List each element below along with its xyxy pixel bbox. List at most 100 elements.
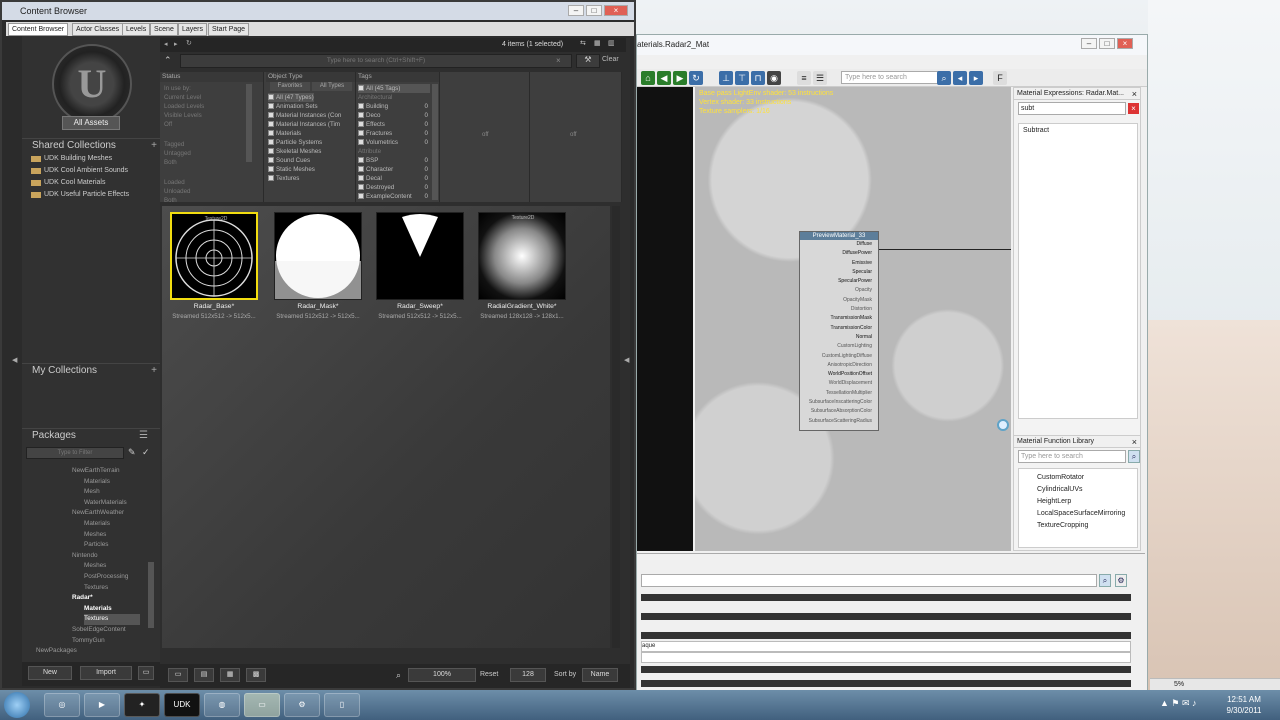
package-tree-item[interactable]: NewPackages bbox=[36, 646, 77, 657]
checkbox-icon[interactable] bbox=[268, 148, 274, 155]
asset-thumbnail-radial-gradient[interactable]: Texture2D bbox=[478, 212, 566, 300]
status-filter-row[interactable]: Tagged bbox=[164, 140, 184, 149]
view-large-icon[interactable]: ▭ bbox=[168, 668, 188, 682]
node-input-pin[interactable]: Emissive bbox=[800, 259, 878, 268]
checkbox-icon[interactable] bbox=[358, 166, 364, 173]
checkbox-icon[interactable] bbox=[268, 175, 274, 182]
new-button[interactable]: New bbox=[28, 666, 72, 680]
shared-collections-header[interactable]: Shared Collections + bbox=[22, 138, 160, 151]
list-item[interactable]: CylindricalUVs bbox=[1037, 484, 1137, 496]
checkbox-icon[interactable] bbox=[358, 139, 364, 146]
property-select[interactable] bbox=[641, 652, 1131, 663]
checkbox-icon[interactable] bbox=[358, 85, 364, 92]
collapse-left-icon[interactable]: ◀ bbox=[12, 356, 17, 364]
checkbox-icon[interactable] bbox=[268, 166, 274, 173]
connector-up-icon[interactable]: ⊥ bbox=[719, 71, 733, 85]
package-tree-item[interactable]: Meshes bbox=[84, 530, 106, 541]
status-filter-row[interactable]: In use by: bbox=[164, 84, 191, 93]
status-filter-row[interactable]: Loaded Levels bbox=[164, 102, 204, 111]
list-item[interactable]: CustomRotator bbox=[1037, 472, 1137, 484]
collection-item[interactable]: UDK Building Meshes bbox=[30, 153, 158, 165]
package-tree-item[interactable]: Materials bbox=[84, 519, 110, 530]
package-tree-item[interactable]: NewEarthWeather bbox=[72, 508, 124, 519]
tab-layers[interactable]: Layers bbox=[178, 23, 208, 36]
package-tree-item[interactable]: NewEarthTerrain bbox=[72, 466, 120, 477]
tag-row[interactable]: All (45 Tags) bbox=[358, 84, 430, 93]
properties-search-input[interactable] bbox=[641, 574, 1097, 587]
sort-select[interactable]: Name bbox=[582, 668, 618, 682]
package-tree-item[interactable]: TommyGun bbox=[72, 636, 105, 647]
tag-group-header[interactable]: Attribute bbox=[358, 147, 430, 156]
tag-row[interactable]: ExampleContent 0 bbox=[358, 192, 430, 201]
stats-icon[interactable]: ≡ bbox=[797, 71, 811, 85]
function-search-input[interactable]: Type here to search bbox=[1018, 450, 1126, 463]
checkbox-icon[interactable] bbox=[358, 184, 364, 191]
search-icon[interactable]: ⌕ bbox=[1099, 574, 1111, 587]
asset-scrollbar[interactable] bbox=[612, 206, 620, 648]
status-filter-row[interactable]: Off bbox=[164, 120, 172, 129]
package-tree-item[interactable]: Materials bbox=[84, 477, 110, 488]
tag-row[interactable]: BSP 0 bbox=[358, 156, 430, 165]
object-type-row[interactable]: Textures bbox=[268, 174, 299, 183]
list-item[interactable]: HeightLerp bbox=[1037, 496, 1137, 508]
connector-down-icon[interactable]: ⊤ bbox=[735, 71, 749, 85]
system-clock[interactable]: 12:51 AM 9/30/2011 bbox=[1212, 694, 1276, 716]
node-input-pin[interactable]: TessellationMultiplier bbox=[800, 389, 878, 398]
package-tree-item[interactable]: Mesh bbox=[84, 487, 100, 498]
close-icon[interactable]: × bbox=[1132, 437, 1137, 447]
checkbox-icon[interactable] bbox=[358, 112, 364, 119]
status-filter-row[interactable]: Both bbox=[164, 196, 177, 205]
tab-actor-classes[interactable]: Actor Classes bbox=[72, 23, 124, 36]
node-input-pin[interactable]: Distortion bbox=[800, 305, 878, 314]
clear-filter-icon[interactable]: × bbox=[1128, 103, 1139, 114]
list-view-icon[interactable]: ☰ bbox=[139, 429, 148, 442]
node-input-pin[interactable]: Specular bbox=[800, 268, 878, 277]
view-small-icon[interactable]: ▦ bbox=[220, 668, 240, 682]
maximize-icon[interactable]: □ bbox=[586, 5, 602, 16]
tab-start-page[interactable]: Start Page bbox=[208, 23, 250, 36]
tab-all-types[interactable]: All Types bbox=[312, 82, 352, 91]
collapse-filter-icon[interactable]: ⌃ bbox=[164, 55, 172, 66]
back-icon[interactable]: ◀ bbox=[657, 71, 671, 85]
object-type-row[interactable]: Material Instances (Tim bbox=[268, 120, 340, 129]
object-type-row[interactable]: Particle Systems bbox=[268, 138, 322, 147]
thumbnail-size-select[interactable]: 128 bbox=[510, 668, 546, 682]
object-type-row[interactable]: Skeletal Meshes bbox=[268, 147, 321, 156]
package-tree-item[interactable]: WaterMaterials bbox=[84, 498, 127, 509]
property-category-bar[interactable] bbox=[641, 680, 1131, 687]
node-input-pin[interactable]: AnisotropicDirection bbox=[800, 361, 878, 370]
asset-thumbnail-radar-base[interactable]: Texture2D bbox=[170, 212, 258, 300]
maximize-icon[interactable]: □ bbox=[1099, 38, 1115, 49]
expressions-filter-input[interactable]: subt bbox=[1018, 102, 1126, 115]
node-input-pin[interactable]: OpacityMask bbox=[800, 296, 878, 305]
tray-icons[interactable]: ▲ ⚑ ✉ ♪ bbox=[1160, 698, 1197, 709]
search-icon[interactable]: ⌕ bbox=[937, 71, 951, 85]
list-icon[interactable]: ☰ bbox=[813, 71, 827, 85]
node-input-pin[interactable]: TransmissionColor bbox=[800, 324, 878, 333]
refresh-icon[interactable]: ↻ bbox=[689, 71, 703, 85]
package-filter-input[interactable]: Type to Filter bbox=[26, 447, 124, 459]
object-type-row[interactable]: Static Meshes bbox=[268, 165, 315, 174]
checkbox-icon[interactable] bbox=[268, 157, 274, 164]
tab-levels[interactable]: Levels bbox=[122, 23, 151, 36]
package-tree-item[interactable]: Textures bbox=[84, 583, 108, 594]
checkbox-icon[interactable] bbox=[358, 175, 364, 182]
node-input-pin[interactable]: TransmissionMask bbox=[800, 314, 878, 323]
package-tree-item[interactable]: Radar* bbox=[72, 593, 93, 604]
search-icon[interactable]: ⌕ bbox=[1128, 450, 1140, 463]
status-filter-row[interactable]: Both bbox=[164, 158, 177, 167]
reset-button[interactable]: Reset bbox=[480, 671, 498, 678]
tools-icon[interactable]: ⚒ bbox=[576, 54, 600, 68]
list-item[interactable]: Subtract bbox=[1023, 127, 1133, 134]
tag-row[interactable]: Effects 0 bbox=[358, 120, 430, 129]
property-category-bar[interactable] bbox=[641, 666, 1131, 673]
add-icon[interactable]: + bbox=[151, 364, 157, 377]
search-prev-icon[interactable]: ◂ bbox=[953, 71, 967, 85]
clear-search-icon[interactable]: × bbox=[556, 56, 561, 65]
tags-scrollbar[interactable] bbox=[432, 84, 438, 200]
diffuse-connection-wire[interactable] bbox=[879, 249, 1011, 250]
minimize-icon[interactable]: – bbox=[568, 5, 584, 16]
node-input-pin[interactable]: CustomLighting bbox=[800, 342, 878, 351]
package-tree-item[interactable]: PostProcessing bbox=[84, 572, 128, 583]
property-category-bar[interactable] bbox=[641, 594, 1131, 601]
